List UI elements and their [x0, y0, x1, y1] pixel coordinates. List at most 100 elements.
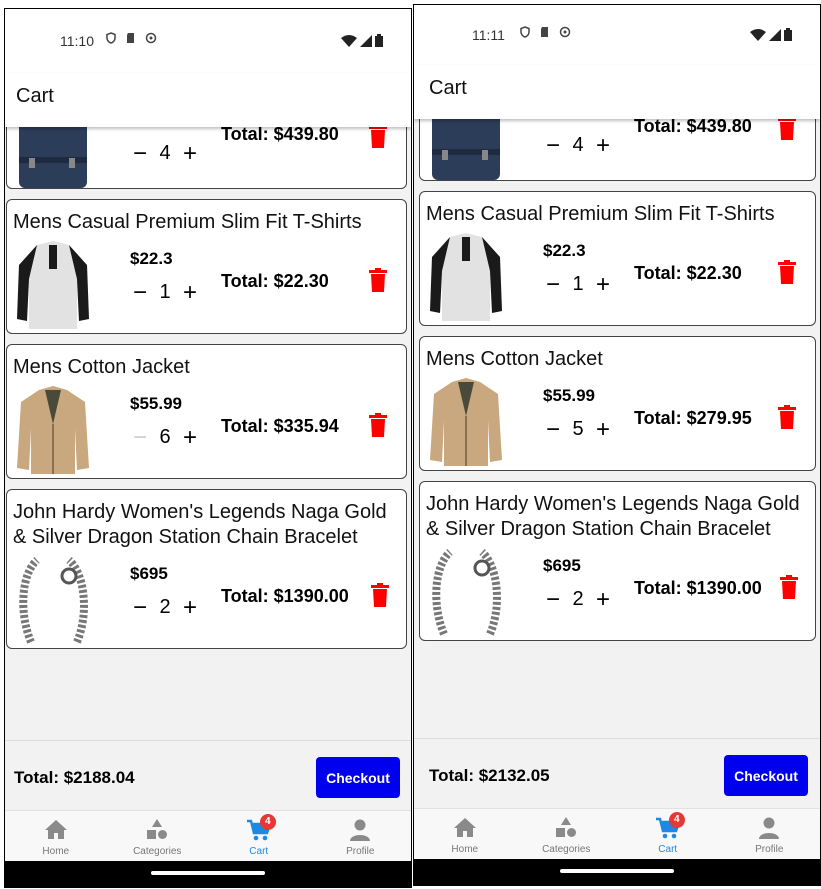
status-notification-icons: [519, 26, 571, 38]
quantity-stepper: − 1 +: [130, 280, 200, 304]
tab-categories[interactable]: Categories: [107, 811, 209, 861]
increase-quantity-button[interactable]: +: [593, 417, 613, 441]
cart-total: Total: $2132.05: [429, 766, 550, 785]
profile-icon: [759, 817, 780, 839]
tab-cart[interactable]: 4 Cart: [617, 809, 719, 859]
battery-icon: [784, 28, 792, 41]
system-nav-bar: [414, 859, 820, 885]
product-title: John Hardy Women's Legends Naga Gold & S…: [426, 493, 800, 540]
tab-categories[interactable]: Categories: [516, 809, 618, 859]
home-gesture-handle[interactable]: [560, 869, 674, 873]
status-system-icons: [750, 28, 792, 41]
increase-quantity-button[interactable]: +: [180, 425, 200, 449]
checkout-button[interactable]: Checkout: [724, 755, 808, 796]
quantity-value: 4: [572, 134, 584, 156]
increase-quantity-button[interactable]: +: [180, 595, 200, 619]
quantity-value: 2: [572, 588, 584, 610]
tab-cart[interactable]: 4 Cart: [208, 811, 310, 861]
sd-card-icon: [541, 27, 548, 37]
tab-profile[interactable]: Profile: [310, 811, 412, 861]
quantity-stepper: − 2 +: [130, 595, 200, 619]
quantity-stepper: − 2 +: [543, 587, 613, 611]
quantity-value: 6: [159, 426, 171, 448]
increase-quantity-button[interactable]: +: [180, 280, 200, 304]
increase-quantity-button[interactable]: +: [593, 272, 613, 296]
tab-label: Profile: [755, 844, 784, 855]
decrease-quantity-button[interactable]: −: [543, 587, 563, 611]
unit-price: $695: [130, 564, 168, 583]
quantity-value: 4: [159, 142, 171, 164]
product-title: John Hardy Women's Legends Naga Gold & S…: [13, 501, 387, 548]
cart-item-tshirt: Mens Casual Premium Slim Fit T-Shirts $2…: [6, 199, 407, 334]
decrease-quantity-button[interactable]: −: [543, 133, 563, 157]
quantity-value: 1: [159, 281, 171, 303]
line-total: Total: $335.94: [221, 416, 339, 436]
tab-home[interactable]: Home: [414, 809, 516, 859]
increase-quantity-button[interactable]: +: [593, 587, 613, 611]
status-time: 11:10: [60, 33, 94, 49]
delete-icon[interactable]: [777, 405, 797, 429]
product-image-jacket: [17, 386, 89, 474]
cart-total: Total: $2188.04: [14, 768, 135, 787]
decrease-quantity-button[interactable]: −: [130, 595, 150, 619]
home-icon: [44, 820, 67, 839]
page-title: Cart: [16, 85, 54, 107]
tab-home[interactable]: Home: [5, 811, 107, 861]
page-title: Cart: [429, 77, 467, 99]
delete-icon[interactable]: [777, 119, 797, 140]
tab-label: Categories: [542, 844, 591, 855]
cart-item-bracelet: John Hardy Women's Legends Naga Gold & S…: [419, 481, 816, 641]
cart-item-backpack: − 4 + Total: $439.80: [419, 119, 816, 181]
delete-icon[interactable]: [779, 575, 799, 599]
decrease-quantity-button[interactable]: −: [130, 425, 150, 449]
categories-icon: [147, 819, 168, 839]
cart-summary: Total: $2132.05 Checkout: [414, 738, 820, 809]
home-gesture-handle[interactable]: [151, 871, 265, 875]
unit-price: $55.99: [543, 386, 595, 405]
increase-quantity-button[interactable]: +: [180, 141, 200, 165]
cart-list[interactable]: − 4 + Total: $439.80 Mens Casual Premium…: [5, 127, 411, 755]
product-image-jacket: [430, 378, 502, 466]
status-time: 11:11: [472, 27, 505, 43]
delete-icon[interactable]: [368, 413, 388, 437]
delete-icon[interactable]: [368, 268, 388, 292]
shield-icon: [106, 32, 116, 44]
tab-label: Profile: [346, 846, 375, 857]
decrease-quantity-button[interactable]: −: [543, 272, 563, 296]
line-total: Total: $439.80: [634, 119, 752, 136]
tab-label: Home: [451, 844, 479, 855]
tab-label: Home: [42, 846, 70, 857]
decrease-quantity-button[interactable]: −: [543, 417, 563, 441]
cart-badge: 4: [668, 812, 685, 828]
delete-icon[interactable]: [777, 260, 797, 284]
cart-summary: Total: $2188.04 Checkout: [5, 740, 411, 811]
delete-icon[interactable]: [368, 127, 388, 148]
bottom-tab-bar: Home Categories 4 Cart Profile: [414, 808, 820, 859]
cart-list[interactable]: − 4 + Total: $439.80 Mens Casual Premium…: [414, 119, 820, 753]
delete-icon[interactable]: [370, 583, 390, 607]
line-total: Total: $22.30: [221, 271, 329, 291]
product-image-backpack: [19, 127, 87, 188]
quantity-stepper: − 4 +: [543, 133, 613, 157]
line-total: Total: $1390.00: [634, 578, 762, 598]
cart-item-bracelet: John Hardy Women's Legends Naga Gold & S…: [6, 489, 407, 649]
increase-quantity-button[interactable]: +: [593, 133, 613, 157]
battery-icon: [375, 34, 383, 47]
decrease-quantity-button[interactable]: −: [130, 141, 150, 165]
sd-card-icon: [127, 33, 134, 43]
quantity-value: 2: [159, 596, 171, 618]
quantity-stepper: − 1 +: [543, 272, 613, 296]
checkout-button[interactable]: Checkout: [316, 757, 400, 798]
app-header: Cart: [5, 73, 411, 127]
tab-label: Categories: [133, 846, 182, 857]
line-total: Total: $439.80: [221, 127, 339, 144]
tab-label: Cart: [249, 846, 269, 857]
unit-price: $695: [543, 556, 581, 575]
wifi-icon: [750, 28, 766, 41]
status-bar: 11:10: [5, 9, 411, 73]
unit-price: $22.3: [130, 249, 173, 268]
decrease-quantity-button[interactable]: −: [130, 280, 150, 304]
product-image-bracelet: [432, 548, 501, 636]
quantity-value: 5: [572, 418, 584, 440]
tab-profile[interactable]: Profile: [719, 809, 821, 859]
